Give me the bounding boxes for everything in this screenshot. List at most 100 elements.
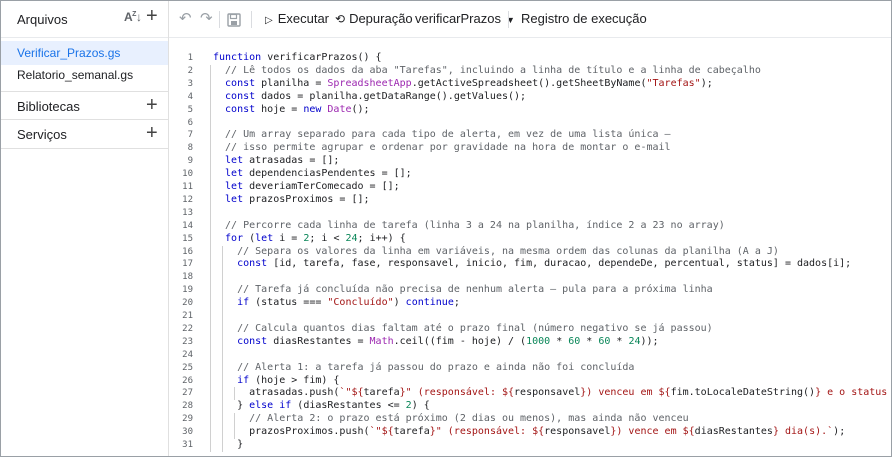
code-line[interactable]: 29 // Alerta 2: o prazo está próximo (2 d… xyxy=(169,413,891,426)
execution-log-button[interactable]: Registro de execução xyxy=(521,1,647,37)
code-line[interactable]: 8 // isso permite agrupar e ordenar por g… xyxy=(169,142,891,155)
code-line[interactable]: 21 xyxy=(169,310,891,323)
files-sidebar: Arquivos AZ↓ + Verificar_Prazos.gs Relat… xyxy=(1,1,169,456)
code-token: * xyxy=(610,335,629,347)
line-number: 28 xyxy=(182,401,193,412)
code-token: tarefa xyxy=(393,426,430,438)
line-number: 16 xyxy=(182,246,193,257)
code-token: `"${ xyxy=(339,387,364,399)
debug-button[interactable]: ⟲ Depuração xyxy=(335,1,413,37)
code-text: // Tarefa já concluída não precisa de ne… xyxy=(237,284,713,297)
code-line[interactable]: 10 let dependenciasPendentes = []; xyxy=(169,168,891,181)
code-line[interactable]: 5 const hoje = new Date(); xyxy=(169,104,891,117)
section-services[interactable]: Serviços + xyxy=(1,119,168,149)
save-icon[interactable] xyxy=(227,1,241,37)
apps-script-editor: Arquivos AZ↓ + Verificar_Prazos.gs Relat… xyxy=(0,0,892,457)
line-number: 25 xyxy=(182,362,193,373)
code-line[interactable]: 26 if (hoje > fim) { xyxy=(169,375,891,388)
code-token: (hoje > fim) { xyxy=(255,374,340,386)
code-line[interactable]: 9 let atrasadas = []; xyxy=(169,155,891,168)
file-item-relatorio-semanal[interactable]: Relatorio_semanal.gs xyxy=(1,63,168,87)
line-number: 29 xyxy=(182,414,193,425)
code-line[interactable]: 28} else if (diasRestantes <= 2) { xyxy=(169,400,891,413)
line-number: 3 xyxy=(187,78,193,89)
function-select-value: verificarPrazos xyxy=(415,11,501,26)
debug-label: Depuração xyxy=(349,11,413,26)
code-token: [id, tarefa, fase, responsavel, inicio, … xyxy=(273,258,852,270)
code-line[interactable]: 17 const [id, tarefa, fase, responsavel, … xyxy=(169,258,891,271)
code-token: // Tarefa já concluída não precisa de ne… xyxy=(237,284,713,296)
code-token: const xyxy=(237,258,274,270)
code-line[interactable]: 15 for (let i = 2; i < 24; i++) { xyxy=(169,233,891,246)
code-line[interactable]: 22 // Calcula quantos dias faltam até o p… xyxy=(169,323,891,336)
code-line[interactable]: 11 let deveriamTerComecado = []; xyxy=(169,181,891,194)
code-token: "Tarefas" xyxy=(646,77,701,89)
code-line[interactable]: 30 prazosProximos.push(`"${tarefa}" (resp… xyxy=(169,426,891,439)
az-sort-icon[interactable]: AZ↓ xyxy=(124,10,142,24)
code-line[interactable]: 6 xyxy=(169,117,891,130)
add-service-icon[interactable]: + xyxy=(146,123,158,143)
code-token: .getActiveSpreadsheet().getSheetByName( xyxy=(411,77,647,89)
code-token: 60 xyxy=(598,335,611,347)
code-token: planilha = xyxy=(261,77,328,89)
code-token: 24 xyxy=(628,335,641,347)
code-token: } xyxy=(237,400,250,412)
code-line[interactable]: 31} xyxy=(169,439,891,452)
code-token: responsavel xyxy=(544,426,611,438)
code-token: dependenciasPendentes = []; xyxy=(249,168,412,180)
code-line[interactable]: 3 const planilha = SpreadsheetApp.getActi… xyxy=(169,78,891,91)
line-number: 15 xyxy=(182,233,193,244)
code-line[interactable]: 7 // Um array separado para cada tipo de … xyxy=(169,129,891,142)
code-line[interactable]: 27 atrasadas.push(`"${tarefa}" (responsáv… xyxy=(169,387,891,400)
code-text: // isso permite agrupar e ordenar por gr… xyxy=(225,142,671,155)
code-token: // Alerta 2: o prazo está próximo (2 dia… xyxy=(249,413,689,425)
code-editor[interactable]: 1 function verificarPrazos() {2 // Lê todo… xyxy=(169,38,891,456)
code-token: atrasadas = []; xyxy=(249,155,340,167)
line-number: 7 xyxy=(187,130,193,141)
code-line[interactable]: 12 let prazosProximos = []; xyxy=(169,194,891,207)
code-token: new xyxy=(303,103,328,115)
redo-icon[interactable]: ↷ xyxy=(200,1,213,37)
code-token: const xyxy=(225,90,262,102)
add-file-icon[interactable]: + xyxy=(146,6,158,26)
code-line[interactable]: 20 if (status === "Concluído") continue; xyxy=(169,297,891,310)
file-item-verificar-prazos[interactable]: Verificar_Prazos.gs xyxy=(1,41,168,65)
code-line[interactable]: 23 const diasRestantes = Math.ceil((fim -… xyxy=(169,336,891,349)
code-token: responsavel xyxy=(514,387,581,399)
code-line[interactable]: 13 xyxy=(169,207,891,220)
debug-icon: ⟲ xyxy=(335,12,346,26)
code-token: // Um array separado para cada tipo de a… xyxy=(225,129,671,141)
function-select[interactable]: verificarPrazos ▼ xyxy=(415,1,515,37)
code-text: // Separa os valores da linha em variáve… xyxy=(237,246,779,259)
code-token: // Separa os valores da linha em variáve… xyxy=(237,245,779,257)
code-token: }) venceu em ${ xyxy=(580,387,671,399)
indent-guide xyxy=(234,387,236,401)
line-number: 27 xyxy=(182,388,193,399)
run-button[interactable]: ▷ Executar xyxy=(265,1,329,37)
undo-icon[interactable]: ↶ xyxy=(179,1,192,37)
code-line[interactable]: 2 // Lê todos os dados da aba "Tarefas", … xyxy=(169,65,891,78)
code-token: SpreadsheetApp xyxy=(327,77,412,89)
line-number: 22 xyxy=(182,323,193,334)
code-line[interactable]: 16 // Separa os valores da linha em variá… xyxy=(169,246,891,259)
code-line[interactable]: 4 const dados = planilha.getDataRange().g… xyxy=(169,91,891,104)
code-line[interactable]: 24 xyxy=(169,349,891,362)
line-number: 20 xyxy=(182,298,193,309)
code-token: const xyxy=(225,103,262,115)
add-library-icon[interactable]: + xyxy=(146,95,158,115)
code-token: (diasRestantes <= xyxy=(297,400,406,412)
code-line[interactable]: 18 xyxy=(169,271,891,284)
code-token: }" (responsável: ${ xyxy=(429,426,545,438)
section-libraries[interactable]: Bibliotecas + xyxy=(1,91,168,120)
code-text: } xyxy=(237,439,243,452)
code-line[interactable]: 19 // Tarefa já concluída não precisa de … xyxy=(169,284,891,297)
code-line[interactable]: 14 // Percorre cada linha de tarefa (linh… xyxy=(169,220,891,233)
line-number: 5 xyxy=(187,104,193,115)
code-token: // Lê todos os dados da aba "Tarefas", i… xyxy=(225,64,761,76)
code-line[interactable]: 25 // Alerta 1: a tarefa já passou do pra… xyxy=(169,362,891,375)
toolbar-divider xyxy=(251,11,252,28)
code-text: for (let i = 2; i < 24; i++) { xyxy=(225,233,406,246)
code-text: // Alerta 1: a tarefa já passou do prazo… xyxy=(237,362,634,375)
code-line[interactable]: 1 function verificarPrazos() { xyxy=(169,52,891,65)
code-text: // Lê todos os dados da aba "Tarefas", i… xyxy=(225,65,761,78)
